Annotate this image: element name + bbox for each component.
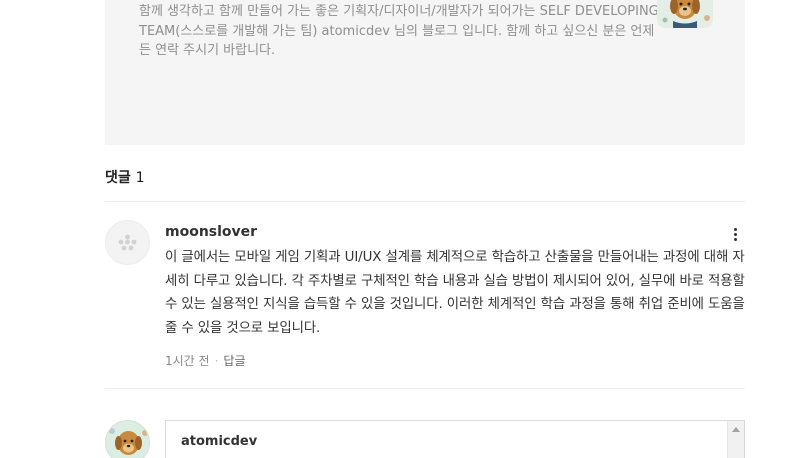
- comment-count-heading: 댓글 1: [105, 167, 145, 187]
- comment-author[interactable]: moonslover: [165, 224, 257, 240]
- scroll-up-arrow-icon[interactable]: [732, 427, 740, 432]
- comment-body: 이 글에서는 모바일 게임 기획과 UI/UX 설계를 체계적으로 학습하고 산…: [165, 250, 745, 336]
- blog-profile-card: 함께 생각하고 함께 만들어 가는 좋은 기획자/디자이너/개발자가 되어가는 …: [105, 0, 745, 145]
- divider: [105, 388, 745, 389]
- comment-meta: 1시간 전 · 답글: [165, 352, 246, 369]
- profile-description: 함께 생각하고 함께 만들어 가는 좋은 기획자/디자이너/개발자가 되어가는 …: [139, 4, 659, 58]
- more-dot: [733, 232, 737, 236]
- comment-count-number: 1: [135, 170, 145, 186]
- more-dot: [733, 227, 737, 231]
- dog-portrait-avatar-icon[interactable]: [657, 0, 713, 28]
- comment-time: 1시간 전: [165, 354, 210, 368]
- meta-separator: ·: [214, 353, 219, 368]
- comment-count-label: 댓글: [105, 170, 131, 186]
- reply-author: atomicdev: [181, 434, 258, 449]
- dog-portrait-avatar-icon: [105, 420, 150, 458]
- more-dot: [733, 237, 737, 241]
- more-vertical-icon[interactable]: [727, 224, 743, 244]
- reply-scrollbar[interactable]: [727, 421, 744, 458]
- default-user-avatar-icon[interactable]: [105, 220, 150, 265]
- reply-input-box[interactable]: atomicdev: [165, 420, 745, 458]
- reply-button[interactable]: 답글: [223, 352, 245, 369]
- divider: [105, 201, 745, 202]
